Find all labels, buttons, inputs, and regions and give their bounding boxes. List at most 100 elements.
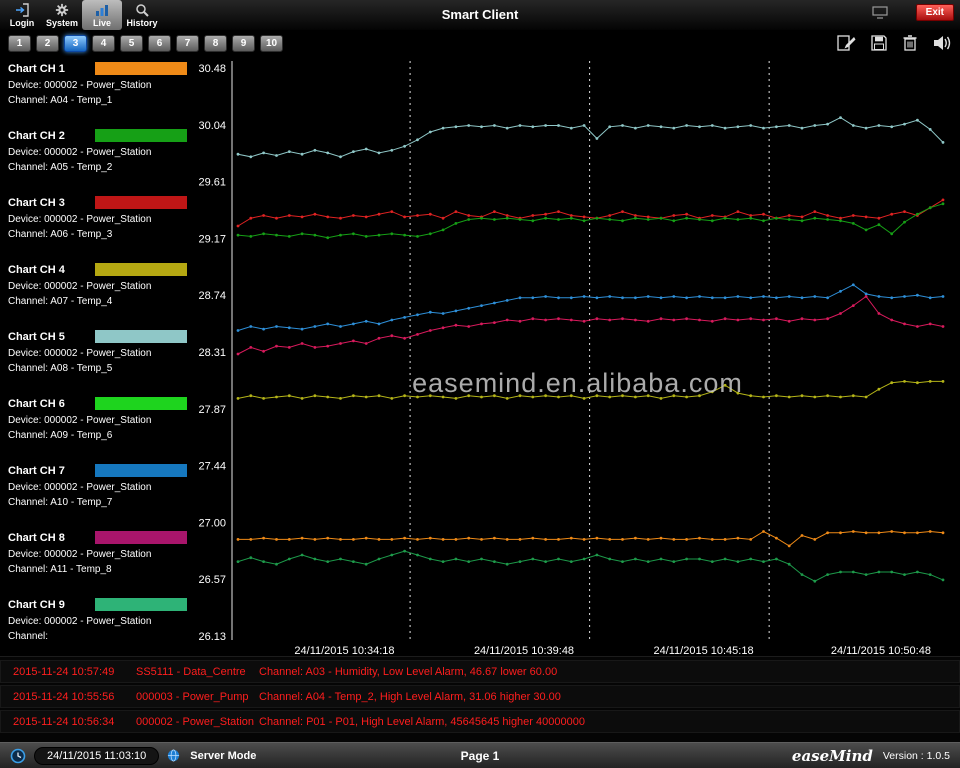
alarm-row-1[interactable]: 2015-11-24 10:57:49SS5111 - Data_CentreC…	[0, 660, 960, 683]
page-tab-2[interactable]: 2	[36, 35, 59, 52]
trash-icon	[902, 34, 918, 52]
alarm-time: 2015-11-24 10:57:49	[13, 666, 136, 678]
page-tab-7[interactable]: 7	[176, 35, 199, 52]
display-icon[interactable]	[872, 6, 888, 19]
page-tabs: 123456789 10	[8, 35, 283, 52]
channel-channel: Channel: A06 - Temp_3	[8, 229, 195, 240]
exit-button[interactable]: Exit	[916, 4, 954, 21]
nav-login-label: Login	[10, 18, 35, 28]
save-button[interactable]	[870, 34, 888, 52]
channel-device: Device: 000002 - Power_Station	[8, 616, 195, 627]
sidebar: Chart CH 1 Device: 000002 - Power_Station…	[0, 56, 195, 656]
channel-device: Device: 000002 - Power_Station	[8, 415, 195, 426]
alarm-list: 2015-11-24 10:57:49SS5111 - Data_CentreC…	[0, 656, 960, 742]
series-ch2-temp-2	[238, 204, 943, 238]
page-tab-5[interactable]: 5	[120, 35, 143, 52]
channel-device: Device: 000002 - Power_Station	[8, 549, 195, 560]
delete-button[interactable]	[902, 34, 918, 52]
page-indicator: Page 1	[461, 749, 500, 763]
channel-title: Chart CH 4	[8, 264, 95, 276]
channel-channel: Channel: A04 - Temp_1	[8, 95, 195, 106]
channel-channel: Channel: A09 - Temp_6	[8, 430, 195, 441]
channel-color-swatch	[95, 464, 187, 477]
page-tab-9[interactable]: 9	[232, 35, 255, 52]
page-tab-8[interactable]: 8	[204, 35, 227, 52]
channel-title: Chart CH 5	[8, 331, 95, 343]
series-ch8-temp-8	[238, 297, 943, 355]
channel-channel: Channel: A10 - Temp_7	[8, 497, 195, 508]
svg-text:27.87: 27.87	[198, 404, 226, 416]
channel-device: Device: 000002 - Power_Station	[8, 80, 195, 91]
smart-client-window: Login System	[0, 0, 960, 768]
channel-legend-7: Chart CH 7Device: 000002 - Power_Station…	[8, 463, 195, 521]
channel-legend-header: Chart CH 7	[8, 463, 195, 478]
clock-icon	[10, 748, 26, 764]
nav-history[interactable]: History	[122, 0, 162, 30]
channel-device: Device: 000002 - Power_Station	[8, 147, 195, 158]
nav-live-label: Live	[93, 18, 111, 28]
alarm-time: 2015-11-24 10:55:56	[13, 691, 136, 703]
page-tab-3[interactable]: 3	[64, 35, 87, 52]
page-tab-10[interactable]: 10	[260, 35, 283, 52]
channel-title: Chart CH 1	[8, 63, 95, 75]
audio-button[interactable]	[932, 34, 952, 52]
channel-legend-header: Chart CH 2	[8, 128, 195, 143]
channel-channel: Channel:	[8, 631, 195, 642]
channel-device: Device: 000002 - Power_Station	[8, 348, 195, 359]
alarm-row-2[interactable]: 2015-11-24 10:55:56000003 - Power_PumpCh…	[0, 685, 960, 708]
speaker-icon	[932, 34, 952, 52]
svg-text:30.48: 30.48	[198, 63, 226, 75]
svg-text:24/11/2015 10:50:48: 24/11/2015 10:50:48	[831, 645, 931, 656]
chart-area: 30.4830.0429.6129.1728.7428.3127.8727.44…	[195, 56, 960, 656]
nav-login[interactable]: Login	[2, 0, 42, 30]
nav-system[interactable]: System	[42, 0, 82, 30]
channel-color-swatch	[95, 129, 187, 142]
channel-title: Chart CH 2	[8, 130, 95, 142]
page-tab-1[interactable]: 1	[8, 35, 31, 52]
alarm-message: Channel: P01 - P01, High Level Alarm, 45…	[259, 716, 959, 728]
app-title: Smart Client	[442, 7, 519, 22]
tool-icons	[836, 34, 952, 52]
channel-channel: Channel: A08 - Temp_5	[8, 363, 195, 374]
server-mode-label: Server Mode	[190, 750, 256, 762]
channel-legend-1: Chart CH 1 Device: 000002 - Power_Station…	[8, 61, 195, 119]
alarm-message: Channel: A03 - Humidity, Low Level Alarm…	[259, 666, 959, 678]
alarm-device: 000002 - Power_Station	[136, 716, 259, 728]
main-nav: Login System	[2, 0, 162, 30]
svg-text:24/11/2015 10:45:18: 24/11/2015 10:45:18	[653, 645, 753, 656]
edit-pencil-icon	[836, 34, 856, 52]
svg-text:30.04: 30.04	[198, 120, 226, 132]
svg-text:24/11/2015 10:34:18: 24/11/2015 10:34:18	[294, 645, 394, 656]
channel-legend-6: Chart CH 6 Device: 000002 - Power_Station…	[8, 396, 195, 454]
svg-text:27.44: 27.44	[198, 461, 226, 473]
login-icon	[15, 3, 29, 17]
header-right: Exit	[872, 4, 954, 21]
nav-live[interactable]: Live	[82, 0, 122, 30]
channel-legend-3: Chart CH 3Device: 000002 - Power_Station…	[8, 195, 195, 253]
svg-text:26.13: 26.13	[198, 631, 226, 643]
svg-text:27.00: 27.00	[198, 517, 226, 529]
channel-title: Chart CH 6	[8, 398, 95, 410]
svg-text:28.74: 28.74	[198, 290, 226, 302]
nav-system-label: System	[46, 18, 78, 28]
channel-title: Chart CH 8	[8, 532, 95, 544]
alarm-time: 2015-11-24 10:56:34	[13, 716, 136, 728]
channel-color-swatch	[95, 598, 187, 611]
watermark: easemind.en.alibaba.com	[195, 368, 960, 399]
edit-chart-button[interactable]	[836, 34, 856, 52]
channel-legend-8: Chart CH 8 Device: 000002 - Power_Station…	[8, 530, 195, 588]
alarm-device: SS5111 - Data_Centre	[136, 666, 259, 678]
channel-device: Device: 000002 - Power_Station	[8, 281, 195, 292]
series-ch6-temp-6	[238, 551, 943, 581]
version-label: Version : 1.0.5	[883, 750, 950, 762]
page-tab-6[interactable]: 6	[148, 35, 171, 52]
alarm-row-3[interactable]: 2015-11-24 10:56:34000002 - Power_Statio…	[0, 710, 960, 733]
series-ch5-temp-5	[238, 118, 943, 157]
page-tab-4[interactable]: 4	[92, 35, 115, 52]
status-datetime: 24/11/2015 11:03:10	[34, 747, 159, 765]
svg-text:28.31: 28.31	[198, 347, 226, 359]
channel-title: Chart CH 9	[8, 599, 95, 611]
header: Login System	[0, 0, 960, 30]
channel-legend-5: Chart CH 5 Device: 000002 - Power_Station…	[8, 329, 195, 387]
channel-legend-header: Chart CH 1	[8, 61, 195, 76]
